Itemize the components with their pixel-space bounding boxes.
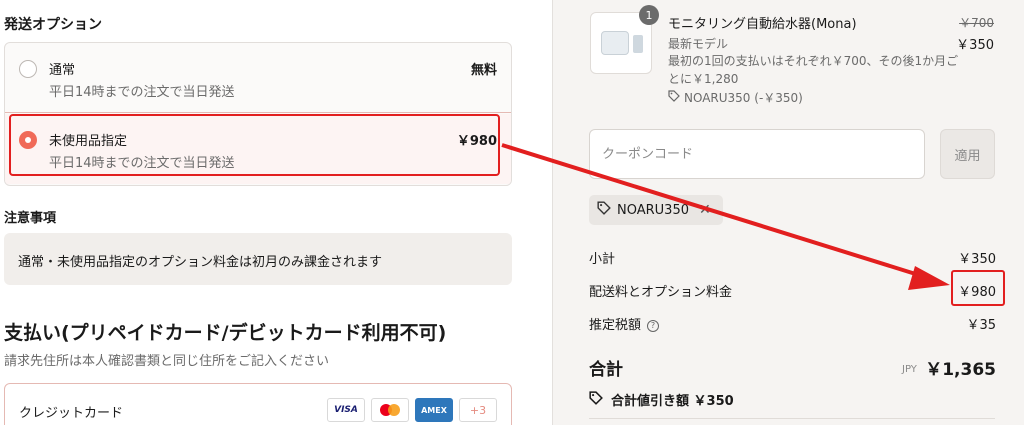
notes-text: 通常・未使用品指定のオプション料金は初月のみ課金されます <box>18 255 383 270</box>
tag-icon <box>668 90 680 105</box>
quantity-badge: 1 <box>639 5 659 25</box>
applied-coupon-tag: NOARU350 ✕ <box>589 195 723 225</box>
shipping-option-standard[interactable]: 通常 平日14時までの注文で当日発送 無料 <box>5 43 511 113</box>
product-discount: NOARU350 (-￥350) <box>668 89 803 106</box>
payment-method-credit-card[interactable]: クレジットカード VISA AMEX +3 <box>4 383 512 425</box>
option-subtitle: 平日14時までの注文で当日発送 <box>49 85 235 100</box>
total-label: 合計 <box>589 360 623 380</box>
total-value: ￥1,365 <box>925 360 996 380</box>
apply-button[interactable]: 適用 <box>940 129 995 179</box>
savings-label: 合計値引き額 ￥350 <box>611 394 734 409</box>
remove-coupon-icon[interactable]: ✕ <box>699 202 711 218</box>
product-price: ￥350 <box>956 38 994 53</box>
notes-heading: 注意事項 <box>4 211 57 226</box>
product-description: 最初の1回の支払いはそれぞれ￥700、その後1か月ごとに￥1,280 <box>668 54 959 86</box>
phone-image <box>633 35 643 53</box>
option-title: 通常 <box>49 63 76 78</box>
tax-value: ￥35 <box>966 318 996 333</box>
original-price: ￥700 <box>959 16 994 30</box>
subtotal-label: 小計 <box>589 252 616 267</box>
shipping-fee-label: 配送料とオプション料金 <box>589 285 733 300</box>
highlight-box-fee <box>951 270 1005 306</box>
option-price: 無料 <box>470 63 497 78</box>
radio-standard[interactable] <box>19 60 37 78</box>
payment-heading: 支払い(プリペイドカード/デビットカード利用不可) <box>4 322 447 344</box>
subtotal-value: ￥350 <box>958 252 996 267</box>
visa-icon: VISA <box>327 398 365 422</box>
tax-row: 推定税額? <box>589 314 660 333</box>
applied-coupon-code: NOARU350 <box>617 202 689 218</box>
payment-subtitle: 請求先住所は本人確認書類と同じ住所をご記入ください <box>4 354 330 369</box>
product-variant: 最新モデル <box>668 37 729 51</box>
total-savings: 合計値引き額 ￥350 <box>589 390 734 409</box>
checkout-form: 発送オプション 通常 平日14時までの注文で当日発送 無料 未使用品指定 平日1… <box>0 0 552 425</box>
highlight-box-option <box>9 114 500 176</box>
discount-label: NOARU350 (-￥350) <box>684 91 803 105</box>
amex-icon: AMEX <box>415 398 453 422</box>
product-image <box>601 31 629 55</box>
total-currency: JPY <box>902 364 917 375</box>
tax-label: 推定税額 <box>589 318 642 333</box>
payment-method-label: クレジットカード <box>19 406 124 421</box>
notes-box: 通常・未使用品指定のオプション料金は初月のみ課金されます <box>4 233 512 285</box>
help-icon[interactable]: ? <box>647 319 660 332</box>
more-cards-badge: +3 <box>459 398 497 422</box>
tag-icon <box>597 201 611 219</box>
shipping-heading: 発送オプション <box>4 17 102 33</box>
coupon-input[interactable] <box>589 129 925 179</box>
tag-icon <box>589 390 603 409</box>
product-name: モニタリング自動給水器(Mona) <box>668 17 857 32</box>
divider <box>589 418 995 419</box>
mastercard-icon <box>371 398 409 422</box>
